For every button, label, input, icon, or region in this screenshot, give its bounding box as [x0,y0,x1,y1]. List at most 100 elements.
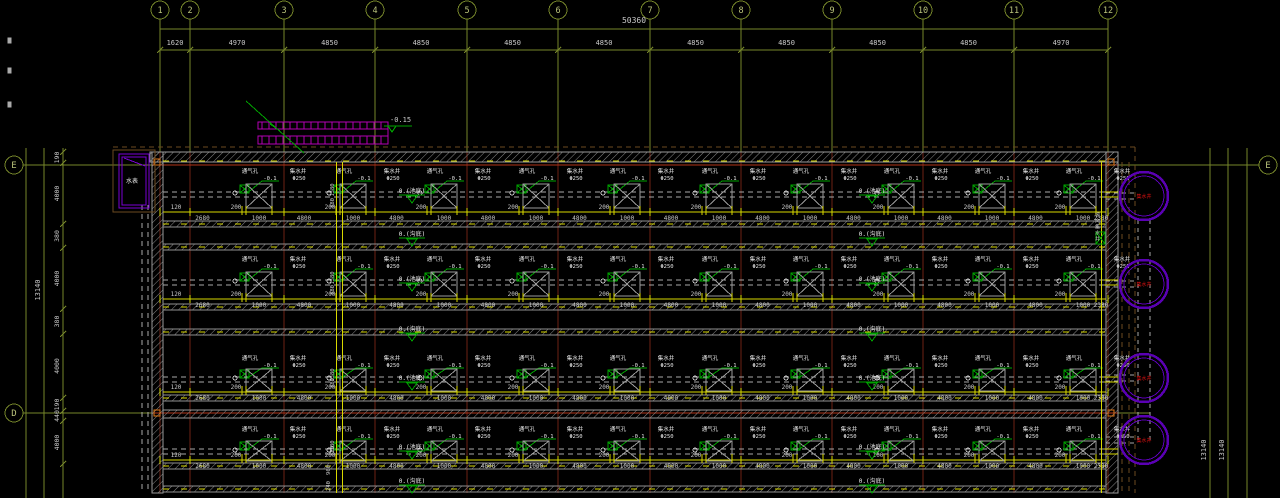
svg-text:Φ250: Φ250 [569,363,582,369]
svg-text:200: 200 [508,204,519,211]
svg-text:通气孔: 通气孔 [702,425,719,433]
svg-text:4800: 4800 [389,302,404,309]
svg-text:集水井: 集水井 [1136,281,1151,288]
svg-text:集水井: 集水井 [1136,375,1151,382]
svg-text:4800: 4800 [572,302,587,309]
svg-text:4800: 4800 [846,215,861,222]
svg-text:1000: 1000 [346,215,361,222]
svg-text:1: 1 [157,6,162,16]
svg-text:通气孔: 通气孔 [975,255,992,263]
svg-text:5: 5 [464,6,469,16]
slope-direction-note: 坡向集水井 [1094,212,1101,242]
svg-text:200: 200 [508,452,519,459]
svg-text:1000: 1000 [894,395,909,402]
svg-text:4850: 4850 [413,39,430,47]
svg-text:通气孔: 通气孔 [884,167,901,175]
svg-text:通气孔: 通气孔 [242,354,259,362]
svg-text:1000: 1000 [1076,302,1091,309]
svg-text:集水井: 集水井 [750,167,767,175]
svg-text:集水井: 集水井 [841,255,858,263]
svg-text:2680: 2680 [195,302,210,309]
svg-text:集水井: 集水井 [658,167,675,175]
svg-text:1000: 1000 [346,395,361,402]
svg-text:集水井: 集水井 [567,354,584,362]
svg-text:1000: 1000 [620,395,635,402]
svg-text:1000: 1000 [252,215,267,222]
svg-text:集水井: 集水井 [475,425,492,433]
svg-text:4850: 4850 [869,39,886,47]
svg-text:120: 120 [171,452,182,459]
svg-text:7: 7 [647,6,652,16]
svg-text:200: 200 [599,384,610,391]
svg-text:通气孔: 通气孔 [884,255,901,263]
sump-unit: 通气孔集水井-0.1Φ25020010004800 [599,167,679,222]
svg-text:Φ250: Φ250 [569,434,582,440]
svg-text:1000: 1000 [985,302,1000,309]
sump-unit: 通气孔集水井-0.1Φ25020010004800 [691,255,771,309]
svg-text:1000: 1000 [712,215,727,222]
svg-text:集水井: 集水井 [658,425,675,433]
svg-text:200: 200 [231,452,242,459]
svg-text:1000: 1000 [437,215,452,222]
svg-text:0.(池底): 0.(池底) [399,374,425,382]
svg-text:1000: 1000 [803,395,818,402]
svg-text:0.(池底): 0.(池底) [859,275,885,283]
svg-text:通气孔: 通气孔 [427,255,444,263]
svg-text:8: 8 [738,6,743,16]
ramp-elevation-label: -0.15 [390,116,411,124]
svg-text:0.(池底): 0.(池底) [399,187,425,195]
svg-text:4800: 4800 [297,302,312,309]
svg-text:集水井: 集水井 [1136,437,1151,444]
svg-text:380: 380 [330,446,336,456]
svg-text:0.(沟底): 0.(沟底) [399,230,425,238]
inspection-well: 集水井 [1120,354,1168,402]
svg-text:1000: 1000 [437,302,452,309]
svg-text:190: 190 [53,399,61,411]
svg-text:200: 200 [964,452,975,459]
svg-text:4: 4 [372,6,377,16]
svg-text:通气孔: 通气孔 [519,167,536,175]
svg-text:0.(池底): 0.(池底) [399,443,425,451]
svg-text:4970: 4970 [229,39,246,47]
svg-text:Φ250: Φ250 [934,264,947,270]
svg-text:2680: 2680 [195,215,210,222]
svg-text:380: 380 [53,316,61,328]
svg-text:Φ250: Φ250 [292,434,305,440]
sump-unit: 通气孔集水井-0.1Φ25020010004800 [964,167,1044,222]
top-dimensions: 1620497048504850485048504850485048504850… [157,29,1111,53]
svg-text:Φ250: Φ250 [292,264,305,270]
svg-text:960: 960 [326,465,332,475]
svg-text:380: 380 [330,198,336,208]
svg-text:0.(池底): 0.(池底) [859,187,885,195]
svg-text:集水井: 集水井 [658,354,675,362]
svg-text:4800: 4800 [937,215,952,222]
svg-text:4800: 4800 [846,395,861,402]
svg-text:200: 200 [508,384,519,391]
inspection-well: 集水井 [1120,172,1168,220]
svg-text:集水井: 集水井 [1114,255,1131,263]
svg-text:通气孔: 通气孔 [793,255,810,263]
svg-text:200: 200 [691,384,702,391]
svg-text:通气孔: 通气孔 [336,167,353,175]
svg-text:200: 200 [231,204,242,211]
svg-text:通气孔: 通气孔 [975,425,992,433]
svg-text:通气孔: 通气孔 [242,255,259,263]
svg-text:200: 200 [1055,204,1066,211]
svg-text:通气孔: 通气孔 [1066,425,1083,433]
svg-text:0.(沟底): 0.(沟底) [859,325,885,333]
svg-text:Φ250: Φ250 [386,363,399,369]
svg-text:集水井: 集水井 [567,425,584,433]
sump-unit: 通气孔集水井-0.1Φ25020010004800 [782,255,862,309]
svg-text:E: E [1265,161,1270,171]
floor-plan-drawing: 1234567891011121620497048504850485048504… [0,0,1280,498]
svg-text:4000: 4000 [53,358,61,374]
svg-text:集水井: 集水井 [1023,167,1040,175]
svg-text:Φ250: Φ250 [934,363,947,369]
svg-text:通气孔: 通气孔 [610,255,627,263]
svg-text:通气孔: 通气孔 [793,167,810,175]
svg-text:1000: 1000 [1076,395,1091,402]
svg-text:1000: 1000 [620,215,635,222]
svg-text:集水井: 集水井 [290,425,307,433]
svg-text:10: 10 [918,6,928,16]
cad-viewport: 1234567891011121620497048504850485048504… [0,0,1280,498]
